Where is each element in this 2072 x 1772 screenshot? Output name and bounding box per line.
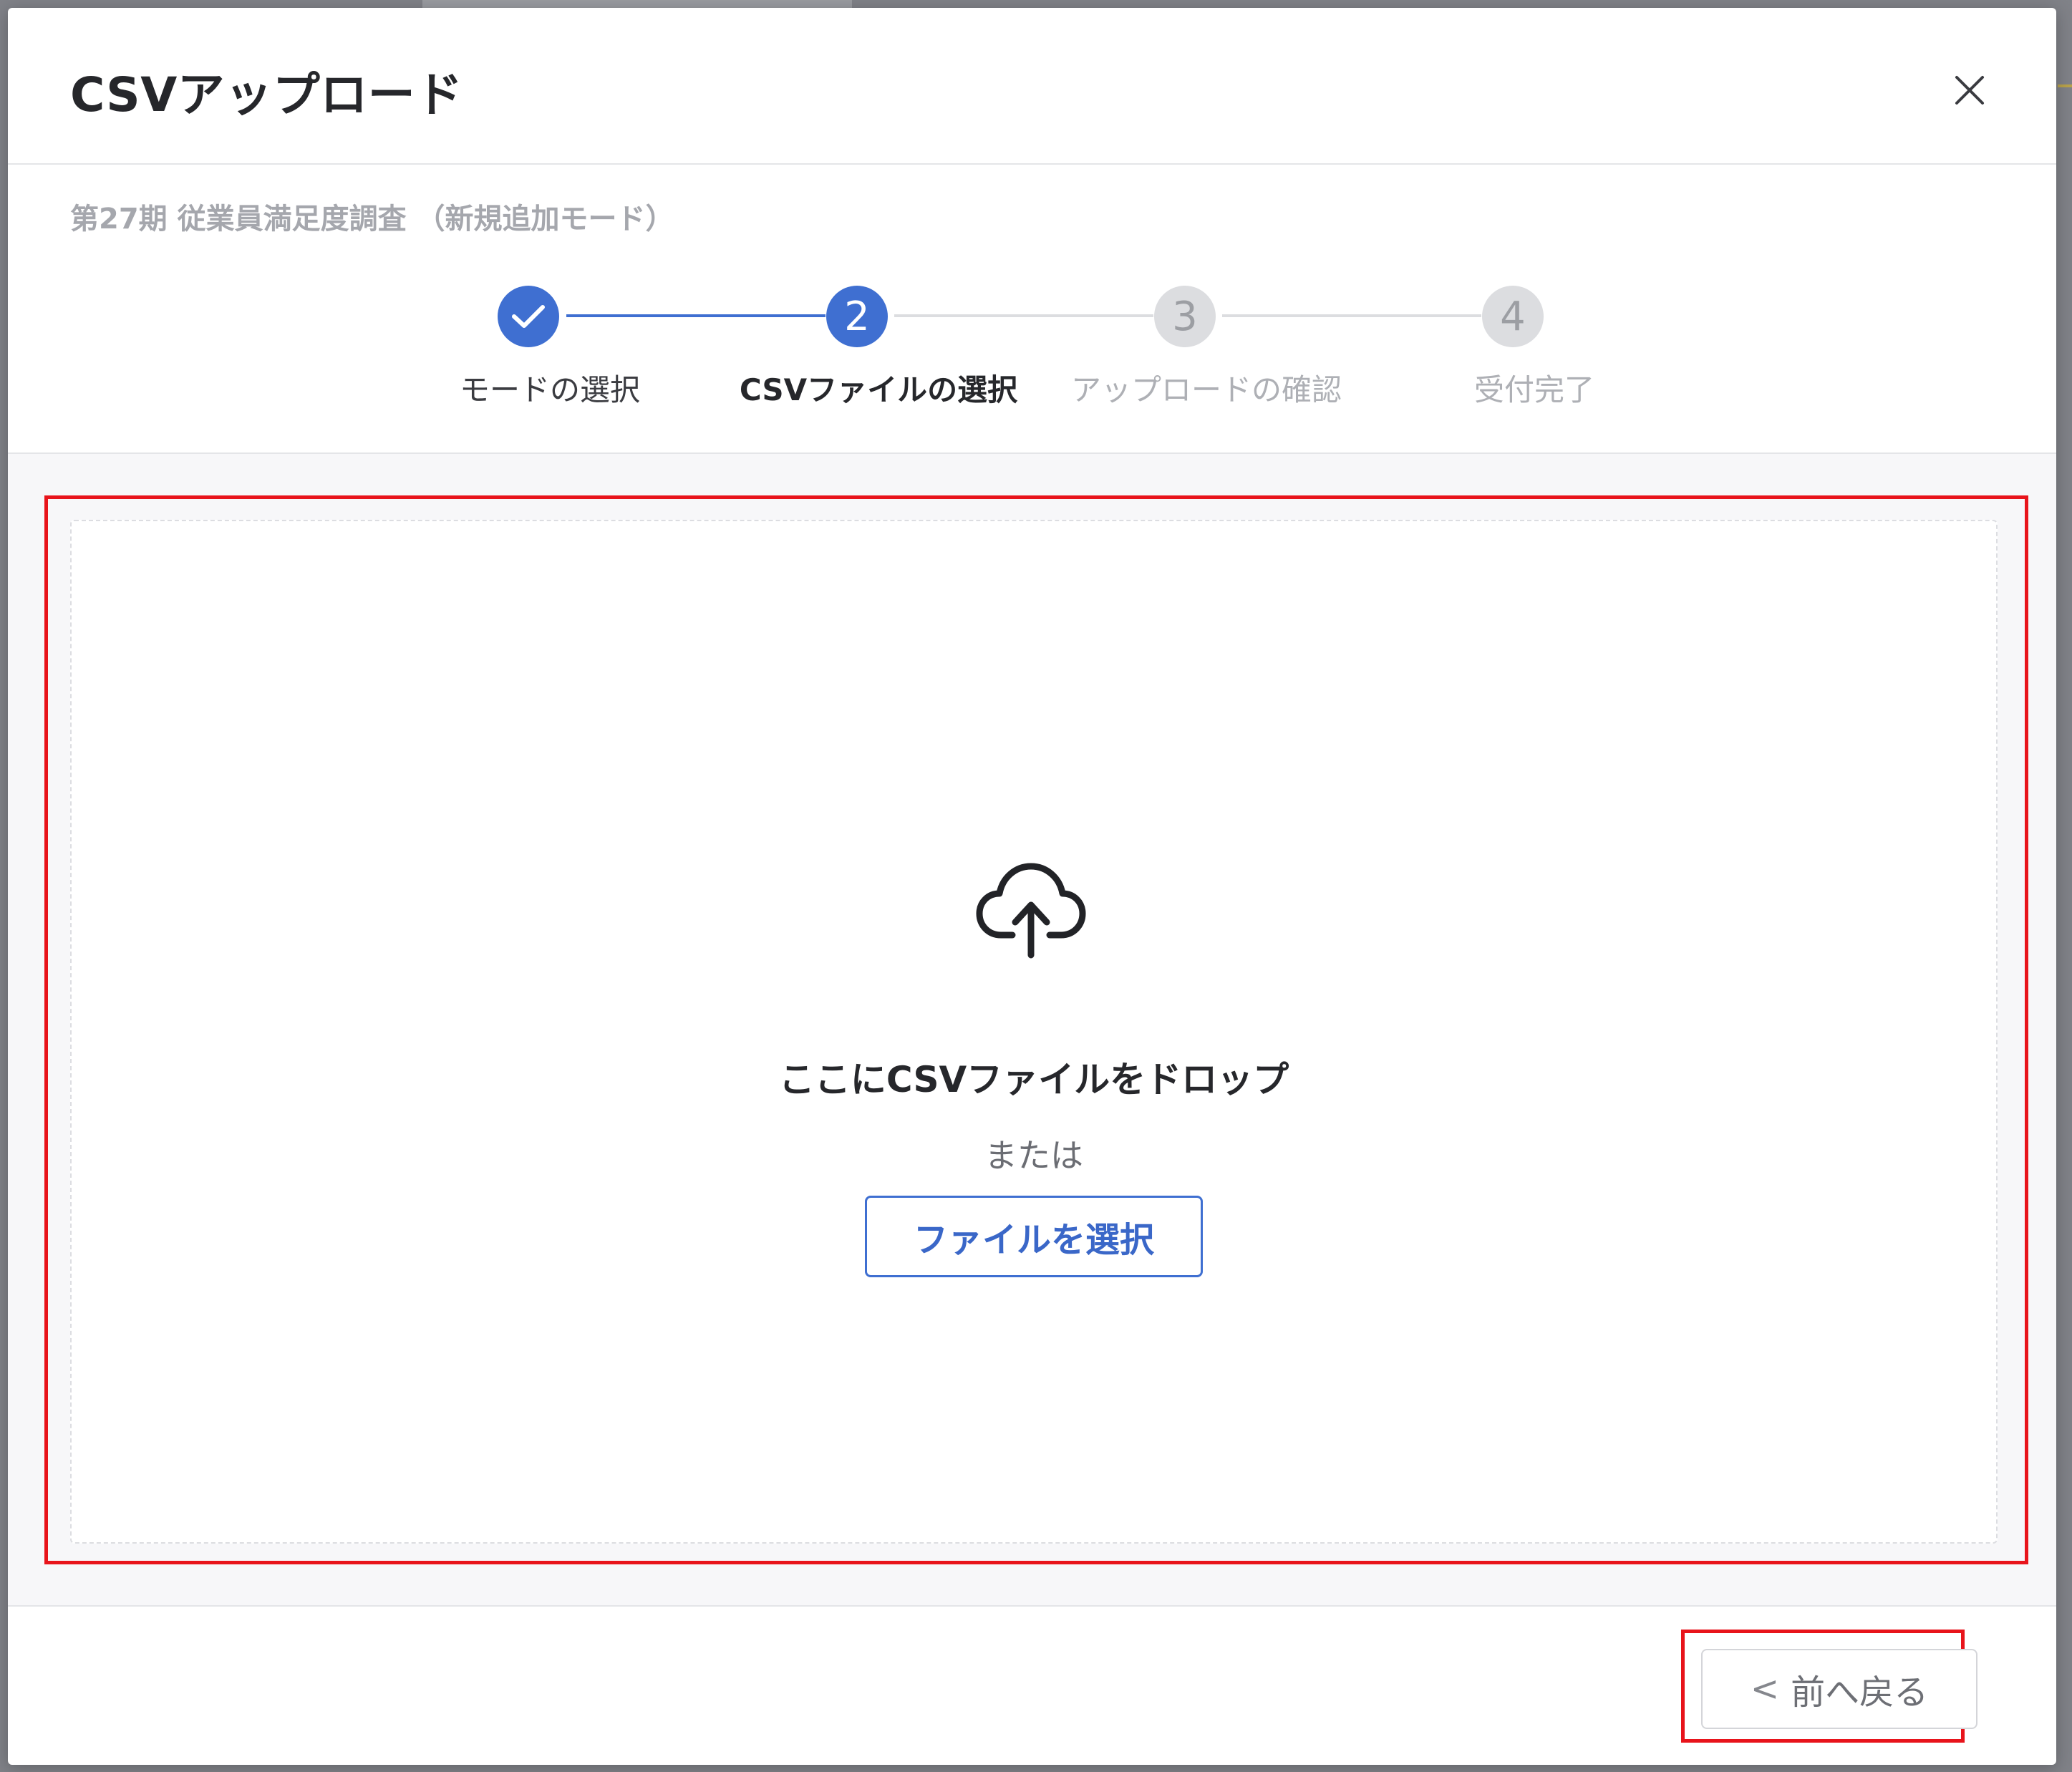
check-icon	[512, 305, 545, 328]
dropzone-content: ここにCSVファイルをドロップ または ファイルを選択	[72, 521, 1996, 1542]
dropzone-or-text: または	[984, 1136, 1083, 1175]
chevron-left-icon: <	[1750, 1669, 1780, 1709]
dropzone-title: ここにCSVファイルをドロップ	[778, 1059, 1289, 1100]
step-4-number: 4	[1500, 293, 1526, 340]
close-button[interactable]	[1945, 65, 1995, 115]
background-accent	[2058, 84, 2072, 87]
step-1-circle	[498, 286, 559, 347]
step-3-number: 3	[1172, 293, 1198, 340]
back-button[interactable]: < 前へ戻る	[1701, 1649, 1977, 1729]
step-1-label: モードの選択	[459, 372, 640, 407]
close-icon	[1955, 76, 1984, 105]
step-4-label: 受付完了	[1473, 372, 1594, 407]
step-2-circle: 2	[826, 286, 888, 347]
step-3-circle: 3	[1154, 286, 1216, 347]
modal-footer: < 前へ戻る	[8, 1608, 2056, 1765]
modal-title: CSVアップロード	[70, 67, 463, 122]
csv-upload-modal: CSVアップロード 第27期 従業員満足度調査 （新規追加モード） モードの選択…	[8, 8, 2056, 1765]
step-4-circle: 4	[1482, 286, 1544, 347]
step-2-label: CSVファイルの選択	[739, 372, 1018, 407]
file-dropzone[interactable]: ここにCSVファイルをドロップ または ファイルを選択	[70, 520, 1998, 1544]
select-file-button[interactable]: ファイルを選択	[865, 1196, 1203, 1277]
step-connector-2	[894, 314, 1153, 317]
step-connector-1	[566, 314, 826, 317]
cloud-upload-icon	[976, 863, 1086, 959]
step-3-label: アップロードの確認	[1070, 372, 1342, 407]
modal-header: CSVアップロード	[8, 8, 2056, 165]
survey-subtitle: 第27期 従業員満足度調査 （新規追加モード）	[70, 203, 674, 236]
step-connector-3	[1222, 314, 1481, 317]
progress-stepper: モードの選択 2 CSVファイルの選択 3 アップロードの確認 4 受付完了	[8, 280, 2056, 423]
back-button-label: 前へ戻る	[1791, 1672, 1929, 1713]
step-2-number: 2	[844, 293, 870, 340]
modal-body: ここにCSVファイルをドロップ または ファイルを選択	[8, 452, 2056, 1607]
